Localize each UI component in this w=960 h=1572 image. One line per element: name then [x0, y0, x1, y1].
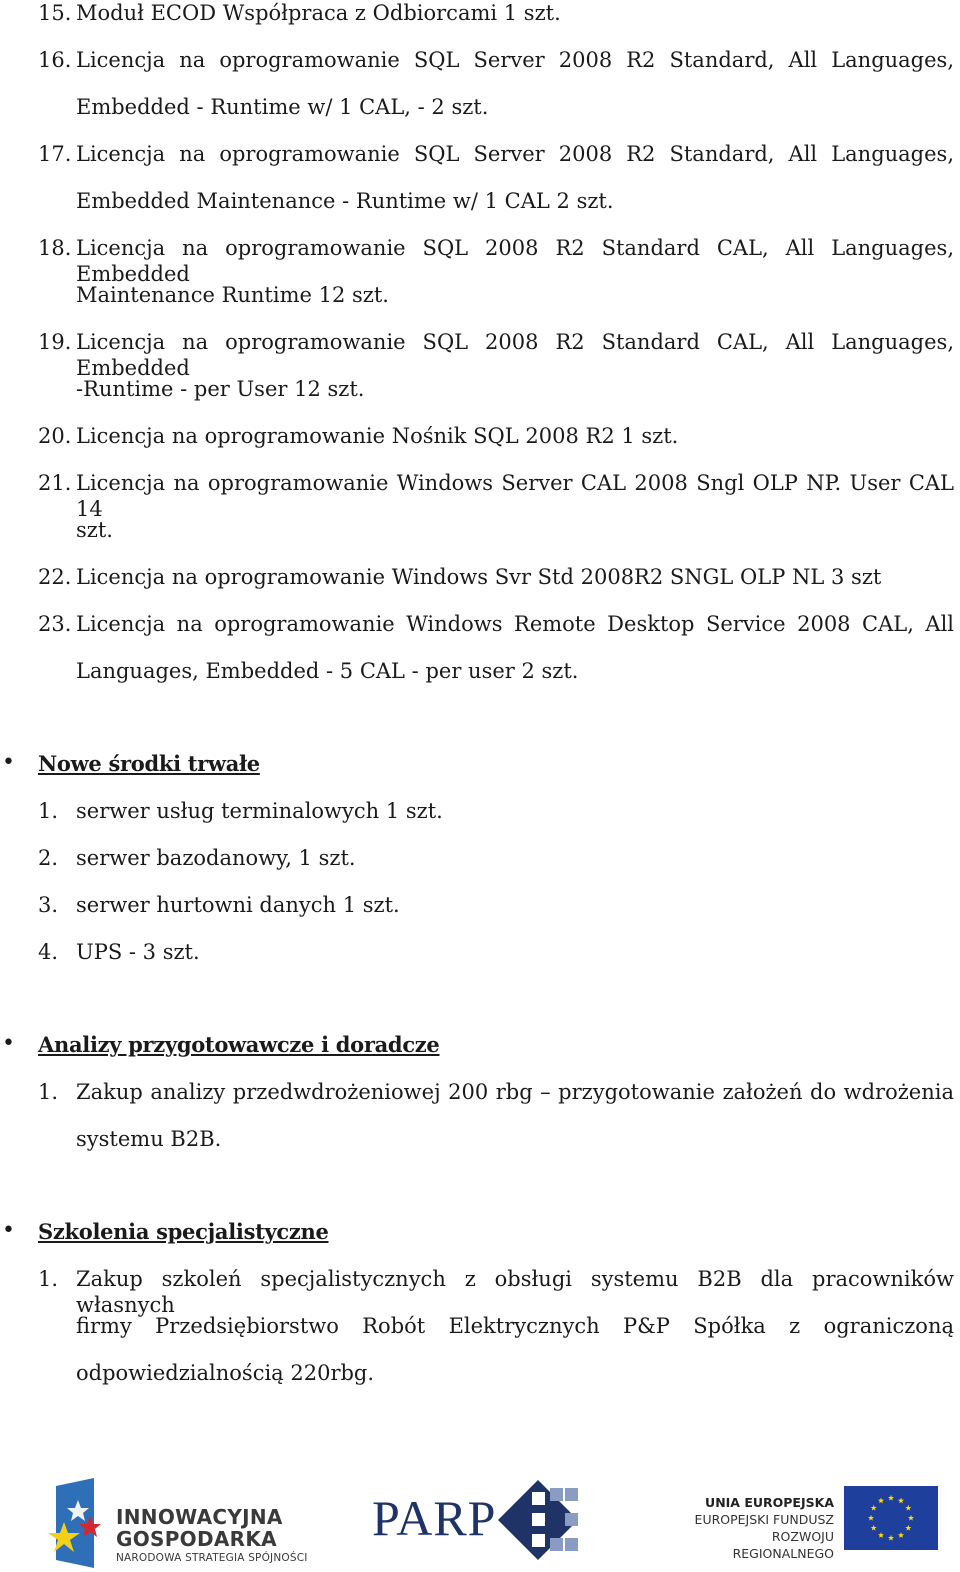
item-text: odpowiedzialnością 220rbg. [76, 1361, 375, 1385]
unia-europejska-text: UNIA EUROPEJSKA EUROPEJSKI FUNDUSZ ROZWO… [670, 1494, 834, 1562]
parp-logo: PARP [370, 1476, 590, 1566]
item-number: 23. [38, 612, 72, 636]
list-item: 17. Licencja na oprogramowanie SQL Serve… [0, 141, 960, 188]
list-item: 1. Zakup analizy przedwdrożeniowej 200 r… [0, 1079, 960, 1126]
list-item: 20. Licencja na oprogramowanie Nośnik SQ… [0, 423, 960, 470]
item-number: 21. [38, 471, 72, 495]
item-number: 15. [38, 1, 72, 25]
item-text: szt. [76, 518, 113, 542]
item-number: 22. [38, 565, 72, 589]
section-heading-row: • Szkolenia specjalistyczne [0, 1218, 960, 1266]
item-text: serwer bazodanowy, 1 szt. [76, 846, 356, 870]
item-text: Licencja na oprogramowanie Windows Serve… [76, 471, 954, 521]
logo-text-line: UNIA EUROPEJSKA [705, 1495, 834, 1510]
footer-logos: INNOWACYJNA GOSPODARKA NARODOWA STRATEGI… [0, 1470, 960, 1572]
item-text: Licencja na oprogramowanie Nośnik SQL 20… [76, 424, 679, 448]
bullet-icon: • [2, 750, 15, 775]
logo-text-line: GOSPODARKA [116, 1527, 277, 1551]
item-text: systemu B2B. [76, 1127, 222, 1151]
list-item-continuation: szt. [0, 517, 960, 564]
list-item: 3. serwer hurtowni danych 1 szt. [0, 892, 960, 939]
innowacyjna-gospodarka-logo: INNOWACYJNA GOSPODARKA NARODOWA STRATEGI… [42, 1478, 312, 1568]
item-text: Licencja na oprogramowanie SQL Server 20… [76, 48, 954, 72]
item-text: Embedded Maintenance - Runtime w/ 1 CAL … [76, 189, 614, 213]
item-text: Licencja na oprogramowanie Windows Svr S… [76, 565, 882, 589]
item-text: Maintenance Runtime 12 szt. [76, 283, 389, 307]
list-item: 15. Moduł ECOD Współpraca z Odbiorcami 1… [0, 0, 960, 47]
list-item: 22. Licencja na oprogramowanie Windows S… [0, 564, 960, 611]
unia-europejska-logo: UNIA EUROPEJSKA EUROPEJSKI FUNDUSZ ROZWO… [670, 1484, 945, 1564]
parp-wordmark: PARP [372, 1490, 497, 1546]
logo-text-line: INNOWACYJNA [116, 1505, 283, 1529]
item-number: 18. [38, 236, 72, 260]
list-item: 21. Licencja na oprogramowanie Windows S… [0, 470, 960, 521]
list-item-continuation: Embedded Maintenance - Runtime w/ 1 CAL … [0, 188, 960, 235]
item-text: Licencja na oprogramowanie Windows Remot… [76, 612, 954, 636]
innowacyjna-gospodarka-title: INNOWACYJNA GOSPODARKA [116, 1506, 283, 1550]
item-text: Licencja na oprogramowanie SQL 2008 R2 S… [76, 330, 954, 380]
list-item: 4. UPS - 3 szt. [0, 939, 960, 986]
item-text: Zakup szkoleń specjalistycznych z obsług… [76, 1267, 954, 1317]
list-item-continuation: firmy Przedsiębiorstwo Robót Elektryczny… [0, 1313, 960, 1360]
item-number: 1. [38, 1080, 59, 1104]
item-text: Languages, Embedded - 5 CAL - per user 2… [76, 659, 579, 683]
item-number: 4. [38, 940, 59, 964]
item-number: 1. [38, 799, 59, 823]
item-text: Embedded - Runtime w/ 1 CAL, - 2 szt. [76, 95, 489, 119]
item-number: 19. [38, 330, 72, 354]
item-text: firmy Przedsiębiorstwo Robót Elektryczny… [76, 1314, 954, 1338]
item-text: serwer hurtowni danych 1 szt. [76, 893, 400, 917]
list-item: 18. Licencja na oprogramowanie SQL 2008 … [0, 235, 960, 286]
list-item-continuation: Languages, Embedded - 5 CAL - per user 2… [0, 658, 960, 705]
list-item: 19. Licencja na oprogramowanie SQL 2008 … [0, 329, 960, 380]
item-number: 1. [38, 1267, 59, 1291]
section-heading-row: • Analizy przygotowawcze i doradcze [0, 1031, 960, 1079]
list-item: 16. Licencja na oprogramowanie SQL Serve… [0, 47, 960, 94]
item-text: Licencja na oprogramowanie SQL 2008 R2 S… [76, 236, 954, 286]
logo-text-line: EUROPEJSKI FUNDUSZ [694, 1512, 834, 1527]
bullet-icon: • [2, 1218, 15, 1243]
list-item-continuation: Maintenance Runtime 12 szt. [0, 282, 960, 329]
list-item-continuation: -Runtime - per User 12 szt. [0, 376, 960, 423]
item-text: Licencja na oprogramowanie SQL Server 20… [76, 142, 954, 166]
item-text: UPS - 3 szt. [76, 940, 200, 964]
item-number: 2. [38, 846, 59, 870]
item-number: 3. [38, 893, 59, 917]
section-heading: Szkolenia specjalistyczne [38, 1219, 329, 1244]
item-number: 20. [38, 424, 72, 448]
innowacyjna-gospodarka-subtitle: NARODOWA STRATEGIA SPÓJNOŚCI [116, 1552, 308, 1564]
item-text: Zakup analizy przedwdrożeniowej 200 rbg … [76, 1080, 954, 1104]
list-item-continuation: odpowiedzialnością 220rbg. [0, 1360, 960, 1407]
list-item: 2. serwer bazodanowy, 1 szt. [0, 845, 960, 892]
item-text: Moduł ECOD Współpraca z Odbiorcami 1 szt… [76, 1, 561, 25]
item-text: -Runtime - per User 12 szt. [76, 377, 365, 401]
list-item: 1. Zakup szkoleń specjalistycznych z obs… [0, 1266, 960, 1317]
list-item: 1. serwer usług terminalowych 1 szt. [0, 798, 960, 845]
list-item-continuation: Embedded - Runtime w/ 1 CAL, - 2 szt. [0, 94, 960, 141]
innowacyjna-gospodarka-emblem-icon [48, 1478, 101, 1568]
list-item-continuation: systemu B2B. [0, 1126, 960, 1173]
parp-diamond-icon [498, 1480, 578, 1560]
list-item: 23. Licencja na oprogramowanie Windows R… [0, 611, 960, 658]
item-number: 16. [38, 48, 72, 72]
item-text: serwer usług terminalowych 1 szt. [76, 799, 443, 823]
bullet-icon: • [2, 1031, 15, 1056]
item-number: 17. [38, 142, 72, 166]
logo-text-line: ROZWOJU REGIONALNEGO [732, 1529, 834, 1561]
eu-flag-icon [844, 1486, 938, 1550]
section-heading: Nowe środki trwałe [38, 751, 260, 776]
section-heading: Analizy przygotowawcze i doradcze [38, 1032, 440, 1057]
section-heading-row: • Nowe środki trwałe [0, 750, 960, 798]
